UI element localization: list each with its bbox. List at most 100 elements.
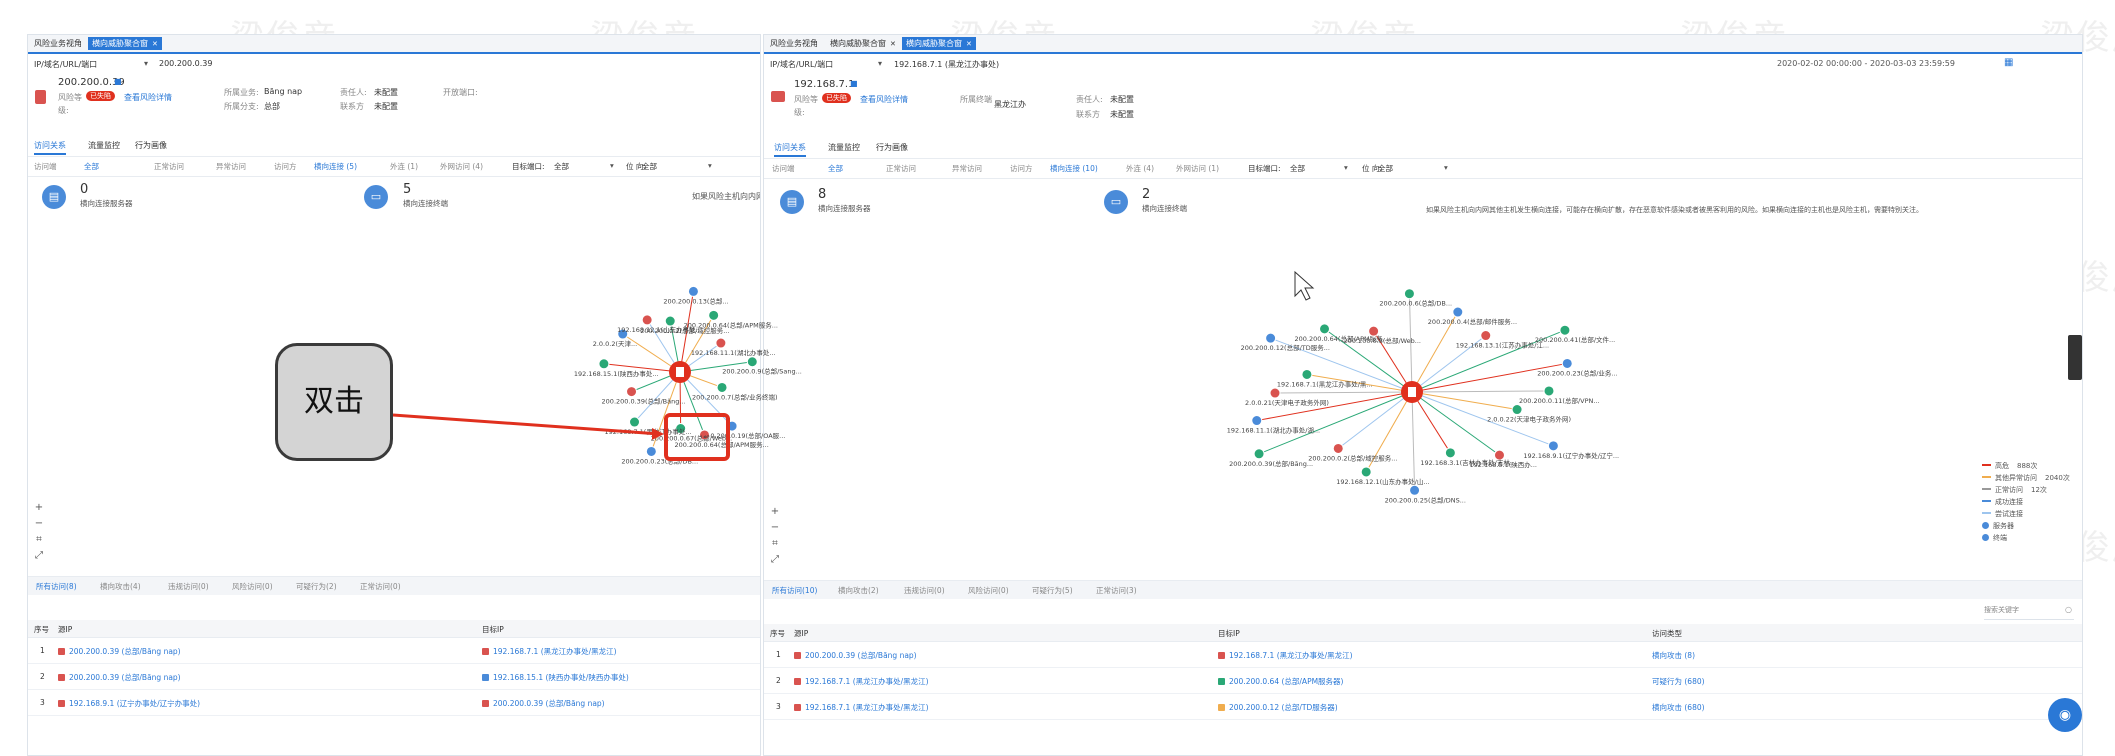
dest-ip-link[interactable]: 200.200.0.64 (总部/APM服务器) <box>1218 676 1344 687</box>
tab-risk-business[interactable]: 风险业务视角 <box>766 37 822 50</box>
risk-badge: 已失陷 <box>86 91 115 101</box>
search-input[interactable]: 搜索关键字 <box>1984 606 2019 614</box>
dest-ip-link[interactable]: 200.200.0.12 (总部/TD服务器) <box>1218 702 1338 713</box>
filter-external[interactable]: 外网访问 (1) <box>1176 163 1219 174</box>
dest-port-select[interactable]: 全部 <box>554 161 569 172</box>
tab-lateral-threat-active[interactable]: 横向威胁聚合窗 ✕ <box>902 37 976 50</box>
search-box[interactable]: 搜索关键字 ○ <box>1984 605 2074 620</box>
filter-abnormal[interactable]: 异常访问 <box>952 163 982 174</box>
dest-ip-link[interactable]: 200.200.0.39 (总部/Băng nap) <box>482 698 605 709</box>
tab-risk-access[interactable]: 风险访问(0) <box>968 585 1009 596</box>
filter-normal[interactable]: 正常访问 <box>154 161 184 172</box>
tab-all-access[interactable]: 所有访问(10) <box>772 585 817 596</box>
zoom-out-icon[interactable]: − <box>34 519 44 529</box>
dropdown-icon[interactable]: ▾ <box>144 59 148 68</box>
filter-all[interactable]: 全部 <box>84 161 99 172</box>
dropdown-icon[interactable]: ▾ <box>610 161 614 170</box>
dest-port-label: 目标端口: <box>1248 164 1281 173</box>
access-type-link[interactable]: 横向攻击 (8) <box>1652 650 1695 661</box>
tab-traffic-monitor[interactable]: 流量监控 <box>88 140 120 151</box>
tab-suspicious[interactable]: 可疑行为(5) <box>1032 585 1073 596</box>
tab-behavior-profile[interactable]: 行为画像 <box>876 142 908 153</box>
tab-lateral-attack[interactable]: 横向攻击(4) <box>100 581 141 592</box>
tab-risk-access[interactable]: 风险访问(0) <box>232 581 273 592</box>
table-row[interactable]: 3 192.168.9.1 (辽宁办事处/辽宁办事处) 200.200.0.39 (… <box>28 690 760 716</box>
tab-access-relation[interactable]: 访问关系 <box>34 140 66 155</box>
tab-behavior-profile[interactable]: 行为画像 <box>135 140 167 151</box>
tab-violation[interactable]: 违规访问(0) <box>168 581 209 592</box>
risk-badge: 已失陷 <box>822 93 851 103</box>
tab-violation[interactable]: 违规访问(0) <box>904 585 945 596</box>
zoom-in-icon[interactable]: + <box>770 507 780 517</box>
tab-lateral-attack[interactable]: 横向攻击(2) <box>838 585 879 596</box>
filter-normal[interactable]: 正常访问 <box>886 163 916 174</box>
dropdown-icon[interactable]: ▾ <box>878 59 882 68</box>
date-range[interactable]: 2020-02-02 00:00:00 - 2020-03-03 23:59:5… <box>1777 59 1955 68</box>
breadcrumb-value[interactable]: 192.168.7.1 (黑龙江办事处) <box>894 59 999 70</box>
left-panel: 风险业务视角 横向威胁聚合窗 ✕ IP/域名/URL/端口 ▾ 200.200.0… <box>27 34 761 756</box>
dropdown-icon[interactable]: ▾ <box>708 161 712 170</box>
tab-traffic-monitor[interactable]: 流量监控 <box>828 142 860 153</box>
access-type-link[interactable]: 可疑行为 (680) <box>1652 676 1705 687</box>
fit-icon[interactable]: ⌗ <box>770 539 780 549</box>
dest-port-select[interactable]: 全部 <box>1290 163 1305 174</box>
source-ip-link[interactable]: 200.200.0.39 (总部/Băng nap) <box>794 650 917 661</box>
filter-external[interactable]: 外网访问 (4) <box>440 161 483 172</box>
filter-outbound[interactable]: 外连 (1) <box>390 161 418 172</box>
risk-detail-link[interactable]: 查看风险详情 <box>860 94 908 105</box>
dropdown-icon[interactable]: ▾ <box>1344 163 1348 172</box>
risk-level-label: 级: <box>794 108 805 117</box>
table-row[interactable]: 1 200.200.0.39 (总部/Băng nap) 192.168.7.1 (… <box>28 638 760 664</box>
source-ip-link[interactable]: 192.168.7.1 (黑龙江办事处/黑龙江) <box>794 676 929 687</box>
breadcrumb-value[interactable]: 200.200.0.39 <box>159 59 212 68</box>
tab-normal[interactable]: 正常访问(3) <box>1096 585 1137 596</box>
source-ip-link[interactable]: 192.168.9.1 (辽宁办事处/辽宁办事处) <box>58 698 200 709</box>
search-icon[interactable]: ○ <box>2065 605 2072 614</box>
col-source-ip: 源IP <box>794 629 809 638</box>
zoom-out-icon[interactable]: − <box>770 523 780 533</box>
copy-icon[interactable]: ■ <box>114 77 122 86</box>
filter-lateral[interactable]: 横向连接 (10) <box>1050 163 1098 174</box>
table-row[interactable]: 2 192.168.7.1 (黑龙江办事处/黑龙江) 200.200.0.64 (总… <box>764 668 2082 694</box>
expand-icon[interactable]: ⤢ <box>770 555 780 565</box>
access-type-link[interactable]: 横向攻击 (680) <box>1652 702 1705 713</box>
close-icon[interactable]: ✕ <box>966 40 972 48</box>
tab-all-access[interactable]: 所有访问(8) <box>36 581 77 592</box>
tab-lateral-threat[interactable]: 横向威胁聚合窗 ✕ <box>826 37 900 50</box>
legend-value: 888次 <box>2017 462 2038 470</box>
tab-risk-business[interactable]: 风险业务视角 <box>30 37 86 50</box>
filter-all[interactable]: 全部 <box>828 163 843 174</box>
legend-value: 2040次 <box>2045 474 2070 482</box>
table-row[interactable]: 1 200.200.0.39 (总部/Băng nap) 192.168.7.1 (… <box>764 642 2082 668</box>
copy-icon[interactable]: ■ <box>850 79 858 88</box>
zoom-in-icon[interactable]: + <box>34 503 44 513</box>
eye-icon[interactable]: ◉ <box>2048 698 2082 732</box>
source-ip-link[interactable]: 192.168.7.1 (黑龙江办事处/黑龙江) <box>794 702 929 713</box>
close-icon[interactable]: ✕ <box>152 40 158 48</box>
field-key: 联系方 <box>340 102 364 111</box>
table-row[interactable]: 2 200.200.0.39 (总部/Băng nap) 192.168.15.1 … <box>28 664 760 690</box>
calendar-icon[interactable]: ▦ <box>2004 57 2013 68</box>
dest-ip-link[interactable]: 192.168.7.1 (黑龙江办事处/黑龙江) <box>482 646 617 657</box>
source-ip-link[interactable]: 200.200.0.39 (总部/Băng nap) <box>58 646 181 657</box>
row-index: 1 <box>40 646 45 655</box>
expand-icon[interactable]: ⤢ <box>34 551 44 561</box>
direction-select[interactable]: 全部 <box>1378 163 1393 174</box>
dest-ip-link[interactable]: 192.168.7.1 (黑龙江办事处/黑龙江) <box>1218 650 1353 661</box>
direction-select[interactable]: 全部 <box>642 161 657 172</box>
table-row[interactable]: 3 192.168.7.1 (黑龙江办事处/黑龙江) 200.200.0.12 (总… <box>764 694 2082 720</box>
dropdown-icon[interactable]: ▾ <box>1444 163 1448 172</box>
filter-abnormal[interactable]: 异常访问 <box>216 161 246 172</box>
fit-icon[interactable]: ⌗ <box>34 535 44 545</box>
tab-normal[interactable]: 正常访问(0) <box>360 581 401 592</box>
dest-ip-link[interactable]: 192.168.15.1 (陕西办事处/陕西办事处) <box>482 672 629 683</box>
side-scroll-handle[interactable] <box>2068 335 2082 380</box>
tab-suspicious[interactable]: 可疑行为(2) <box>296 581 337 592</box>
tab-access-relation[interactable]: 访问关系 <box>774 142 806 157</box>
tab-lateral-threat[interactable]: 横向威胁聚合窗 ✕ <box>88 37 162 50</box>
filter-lateral[interactable]: 横向连接 (5) <box>314 161 357 172</box>
source-ip-link[interactable]: 200.200.0.39 (总部/Băng nap) <box>58 672 181 683</box>
close-icon[interactable]: ✕ <box>890 40 896 48</box>
filter-outbound[interactable]: 外连 (4) <box>1126 163 1154 174</box>
risk-detail-link[interactable]: 查看风险详情 <box>124 92 172 103</box>
